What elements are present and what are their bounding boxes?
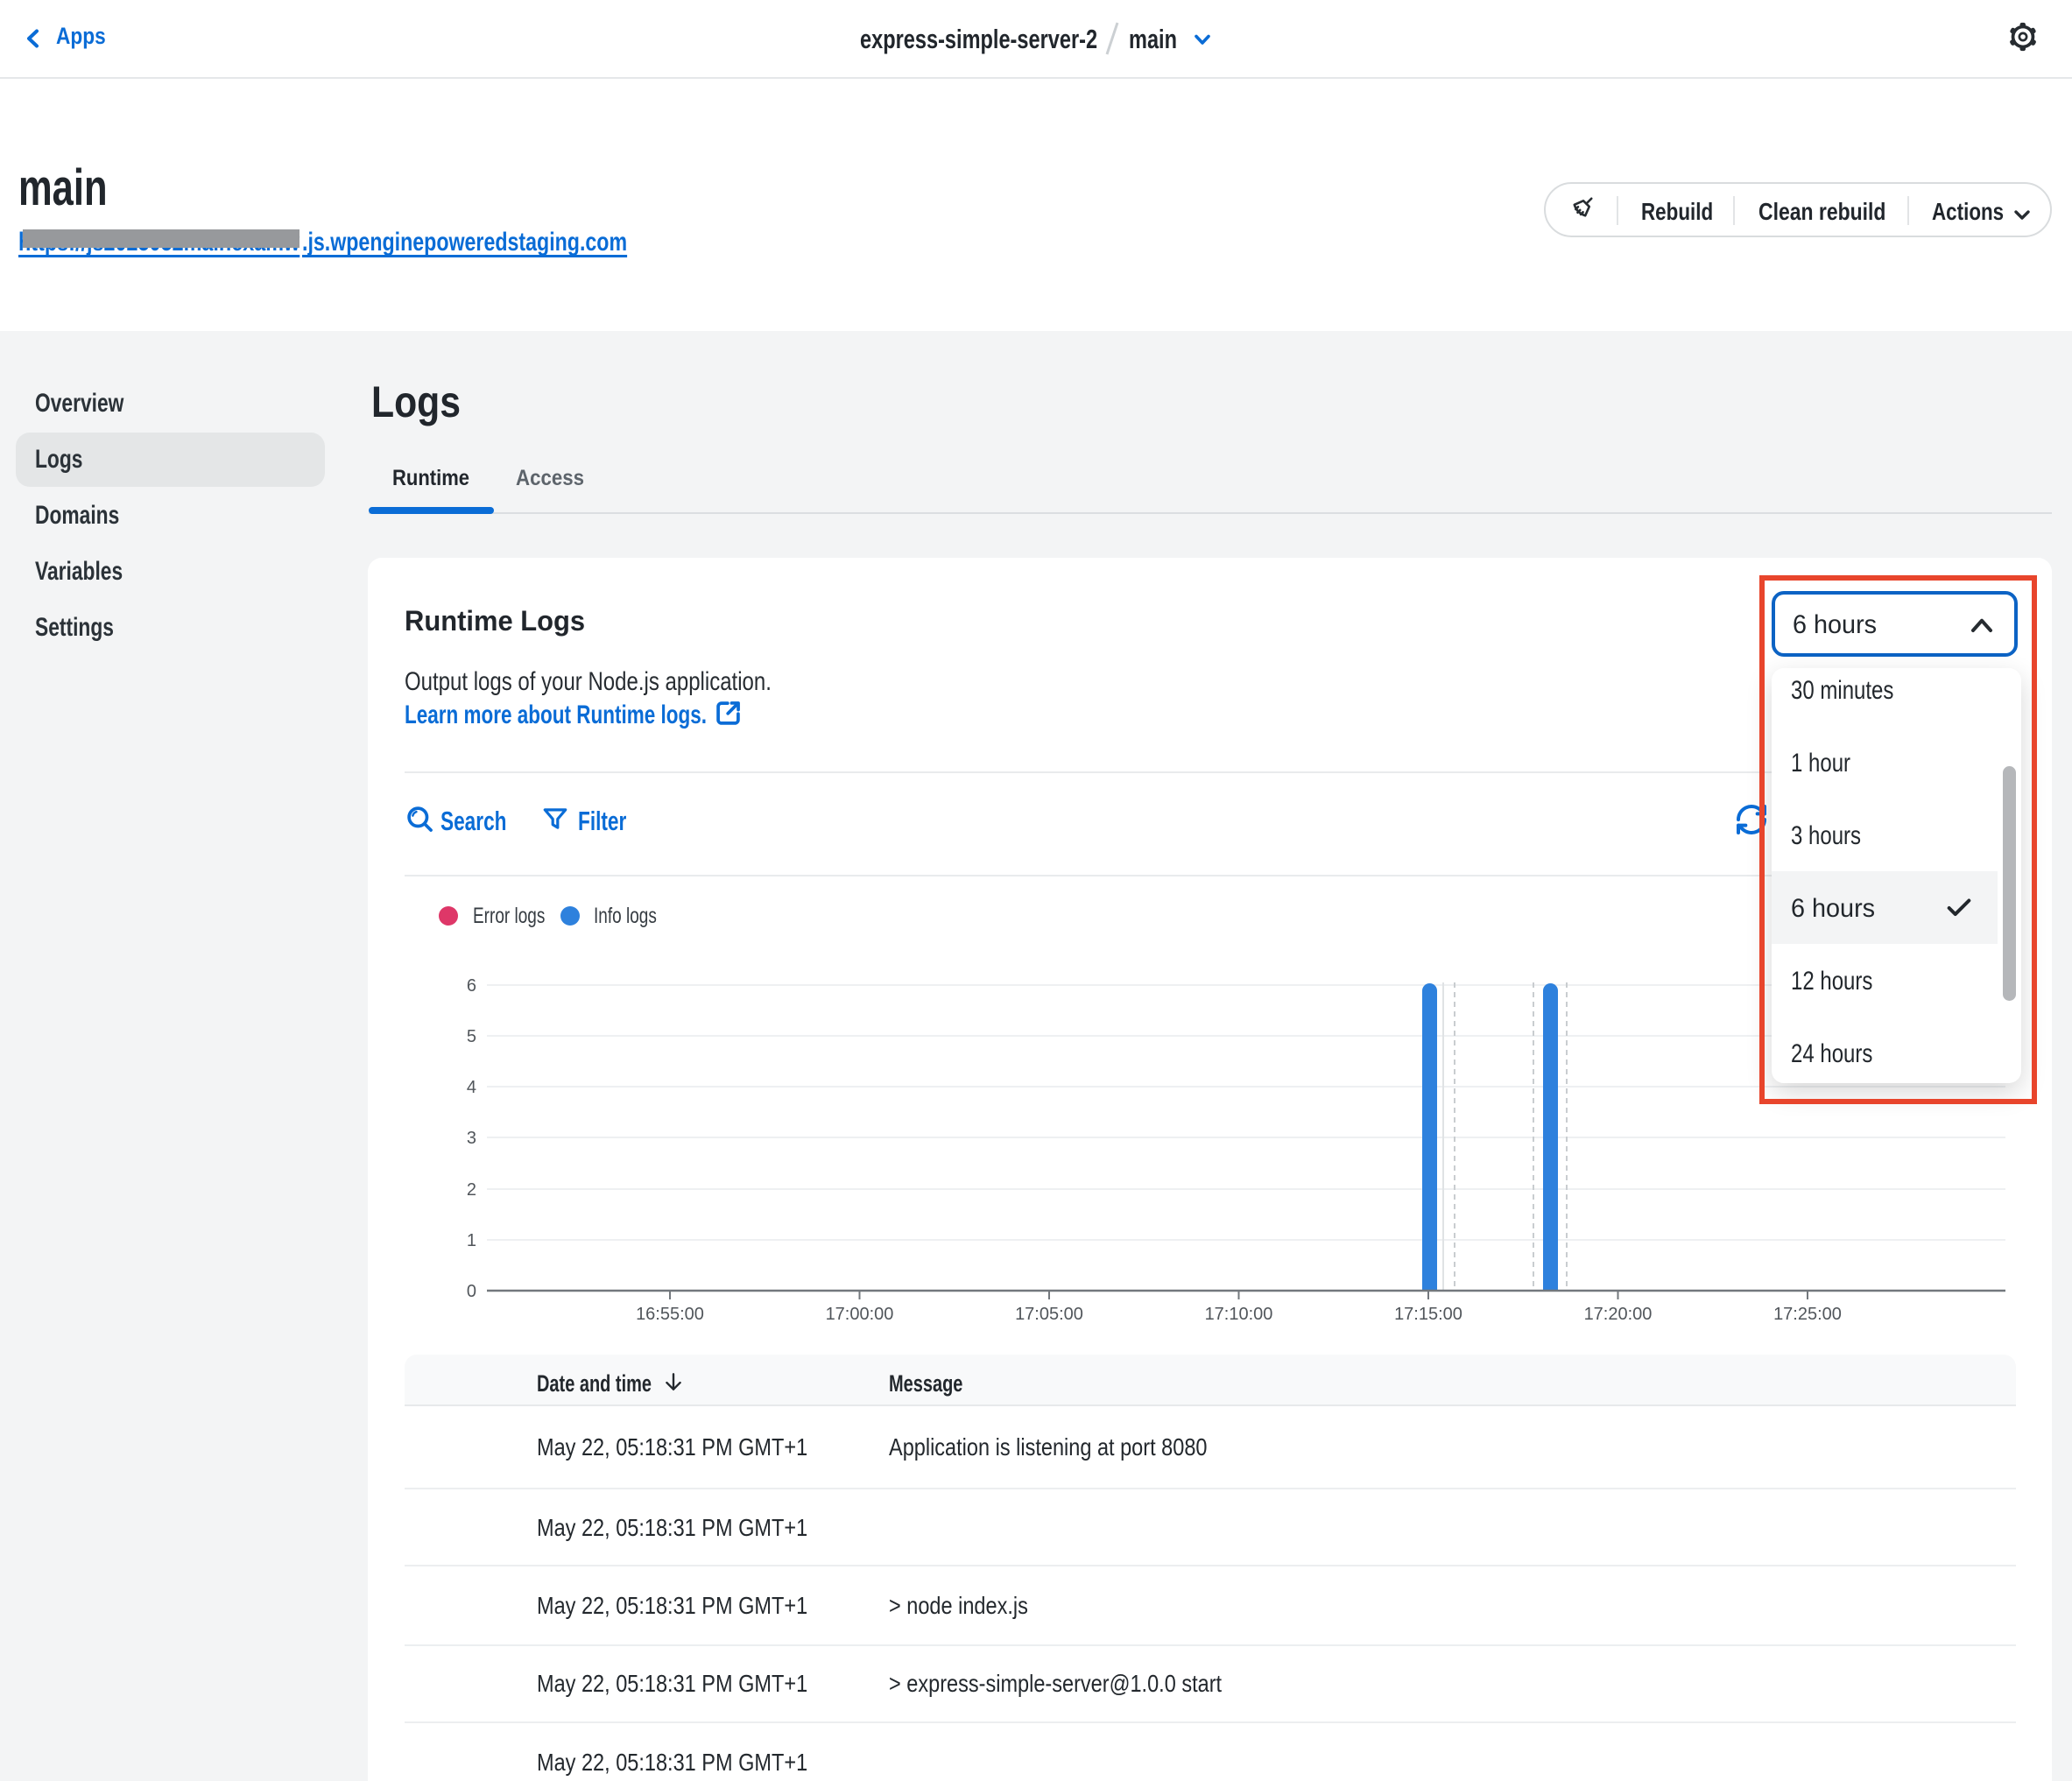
svg-text:2: 2 [467, 1180, 476, 1200]
svg-text:17:15:00: 17:15:00 [1394, 1305, 1462, 1324]
svg-text:17:10:00: 17:10:00 [1205, 1305, 1273, 1324]
svg-text:3: 3 [467, 1129, 476, 1148]
svg-text:1: 1 [467, 1231, 476, 1250]
svg-text:17:00:00: 17:00:00 [826, 1305, 894, 1324]
svg-text:17:25:00: 17:25:00 [1773, 1305, 1842, 1324]
svg-text:4: 4 [467, 1078, 476, 1097]
svg-text:0: 0 [467, 1282, 476, 1301]
svg-text:17:20:00: 17:20:00 [1584, 1305, 1653, 1324]
svg-text:17:05:00: 17:05:00 [1015, 1305, 1083, 1324]
svg-text:5: 5 [467, 1027, 476, 1046]
svg-text:16:55:00: 16:55:00 [636, 1305, 704, 1324]
svg-text:6: 6 [467, 976, 476, 996]
